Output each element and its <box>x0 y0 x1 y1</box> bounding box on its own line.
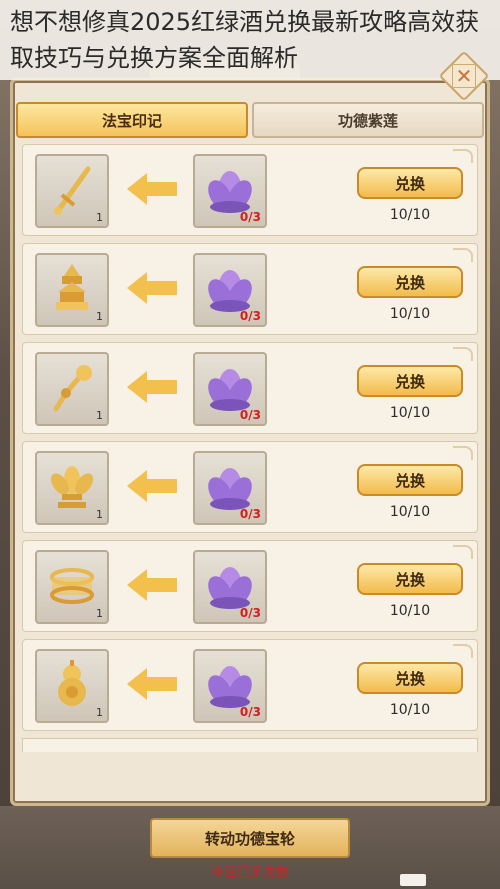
exchange-limit: 10/10 <box>389 504 431 520</box>
reward-item-slot[interactable]: 1 <box>35 352 109 426</box>
lotus-cost-slot[interactable]: 0/3 <box>193 550 267 624</box>
spin-merit-wheel-button[interactable]: 转动功德宝轮 <box>150 818 350 858</box>
gourd-icon <box>58 660 86 706</box>
exchange-list: 1 0/3 兑换 10/10 1 0/3 兑换 10/10 1 0/3 兑换 1… <box>22 144 478 752</box>
no-attempts-text: 今日已无次数 <box>210 866 289 881</box>
exchange-limit: 10/10 <box>389 702 431 718</box>
lotus-cost-slot[interactable]: 0/3 <box>193 253 267 327</box>
ruyi-scepter-icon <box>53 365 92 412</box>
corner-tag <box>400 874 426 886</box>
reward-item-slot[interactable]: 1 <box>35 253 109 327</box>
exchange-limit: 10/10 <box>389 603 431 619</box>
item-count: 1 <box>96 508 103 521</box>
item-count: 1 <box>96 409 103 422</box>
exchange-button[interactable]: 兑换 <box>357 662 463 694</box>
arrow-left-icon <box>127 173 177 205</box>
exchange-row: 1 0/3 兑换 10/10 <box>22 144 478 236</box>
lotus-cost-slot[interactable]: 0/3 <box>193 649 267 723</box>
exchange-row: 1 0/3 兑换 10/10 <box>22 243 478 335</box>
exchange-limit: 10/10 <box>389 306 431 322</box>
arrow-left-icon <box>127 569 177 601</box>
exchange-limit: 10/10 <box>389 405 431 421</box>
exchange-button[interactable]: 兑换 <box>357 266 463 298</box>
exchange-button[interactable]: 兑换 <box>357 464 463 496</box>
arrow-left-icon <box>127 272 177 304</box>
exchange-button[interactable]: 兑换 <box>357 167 463 199</box>
lotus-required: 0/3 <box>239 705 261 719</box>
tab-bar: 法宝印记 功德紫莲 <box>16 102 484 138</box>
lotus-cost-slot[interactable]: 0/3 <box>193 451 267 525</box>
golden-ring-icon <box>50 568 94 604</box>
arrow-left-icon <box>127 668 177 700</box>
reward-item-slot[interactable]: 1 <box>35 451 109 525</box>
exchange-button[interactable]: 兑换 <box>357 365 463 397</box>
lotus-cost-slot[interactable]: 0/3 <box>193 352 267 426</box>
exchange-limit: 10/10 <box>389 207 431 223</box>
exchange-row: 1 0/3 兑换 10/10 <box>22 342 478 434</box>
reward-item-slot[interactable]: 1 <box>35 649 109 723</box>
item-count: 1 <box>96 310 103 323</box>
exchange-row: 1 0/3 兑换 10/10 <box>22 540 478 632</box>
reward-item-slot[interactable]: 1 <box>35 154 109 228</box>
pagoda-icon <box>56 264 88 310</box>
lotus-throne-icon <box>51 466 93 508</box>
lotus-required: 0/3 <box>239 606 261 620</box>
lotus-required: 0/3 <box>239 408 261 422</box>
exchange-row-partial <box>22 738 478 752</box>
exchange-row: 1 0/3 兑换 10/10 <box>22 441 478 533</box>
lotus-required: 0/3 <box>239 210 261 224</box>
item-count: 1 <box>96 211 103 224</box>
close-icon: ✕ <box>452 64 476 88</box>
tab-treasure-seal[interactable]: 法宝印记 <box>16 102 248 138</box>
tab-merit-lotus[interactable]: 功德紫莲 <box>252 102 484 138</box>
item-count: 1 <box>96 607 103 620</box>
arrow-left-icon <box>127 371 177 403</box>
article-title: 想不想修真2025红绿酒兑换最新攻略高效获取技巧与兑换方案全面解析 <box>0 0 500 80</box>
reward-item-slot[interactable]: 1 <box>35 550 109 624</box>
exchange-button[interactable]: 兑换 <box>357 563 463 595</box>
exchange-row: 1 0/3 兑换 10/10 <box>22 639 478 731</box>
sword-icon <box>54 166 91 215</box>
lotus-required: 0/3 <box>239 507 261 521</box>
item-count: 1 <box>96 706 103 719</box>
arrow-left-icon <box>127 470 177 502</box>
lotus-required: 0/3 <box>239 309 261 323</box>
lotus-cost-slot[interactable]: 0/3 <box>193 154 267 228</box>
